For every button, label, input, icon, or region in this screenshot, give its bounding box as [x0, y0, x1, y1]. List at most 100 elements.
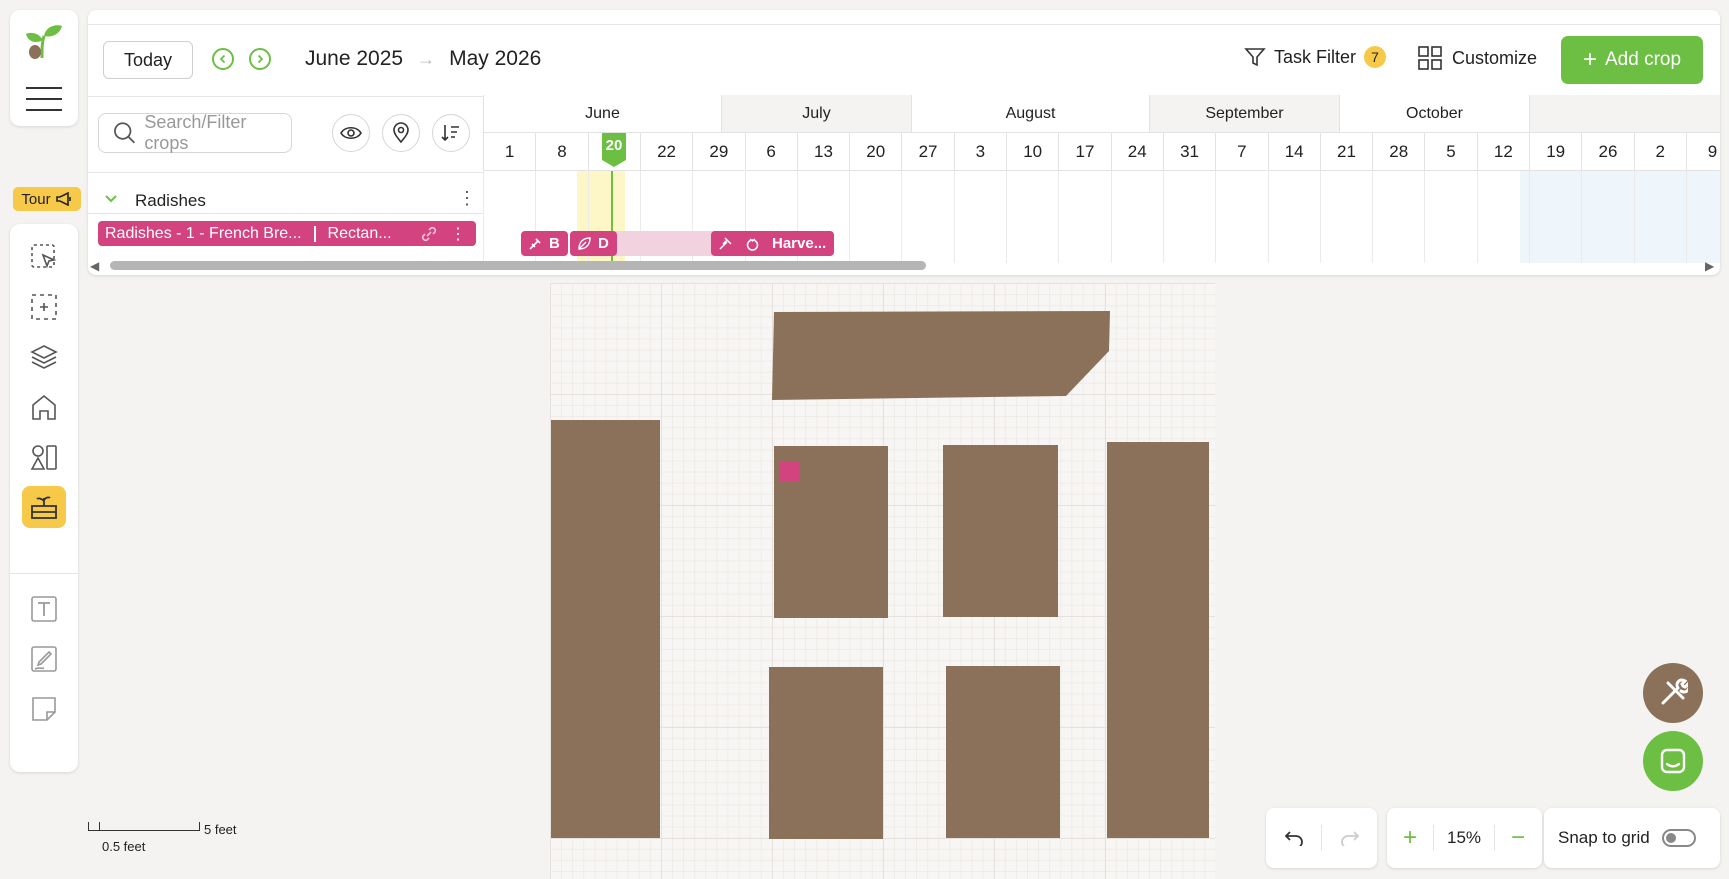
tour-label: Tour — [21, 190, 51, 208]
tour-button[interactable]: Tour — [13, 187, 81, 211]
chat-icon — [1660, 748, 1686, 774]
undo-button[interactable] — [1266, 830, 1321, 846]
megaphone-icon — [55, 192, 71, 206]
future-range-shade — [1520, 171, 1720, 263]
zoom-group: + 15% − — [1387, 808, 1542, 868]
week-column-line — [483, 171, 484, 263]
today-button[interactable]: Today — [103, 41, 193, 79]
scroll-right-button[interactable]: ▶ — [1705, 259, 1714, 273]
redo-button[interactable] — [1322, 830, 1377, 846]
sprout-logo-icon — [26, 25, 62, 59]
shapes-tool-button[interactable] — [22, 436, 66, 478]
add-crop-button[interactable]: + Add crop — [1561, 36, 1703, 84]
scroll-left-button[interactable]: ◀ — [90, 259, 99, 273]
draw-tool-button[interactable] — [22, 638, 66, 680]
area-select-tool-button[interactable] — [22, 286, 66, 328]
task-harvest[interactable]: Harve... — [711, 231, 834, 256]
week-cell: 24 — [1110, 133, 1163, 171]
task-direct[interactable]: D — [570, 231, 617, 256]
garden-canvas[interactable] — [550, 283, 1215, 879]
task-sow-label: B — [549, 235, 560, 252]
week-cell: 27 — [901, 133, 954, 171]
week-cell: 3 — [953, 133, 1006, 171]
month-june: June — [483, 95, 721, 133]
task-filter-count: 7 — [1364, 46, 1387, 68]
week-cell: 26 — [1581, 133, 1634, 171]
pen-drawing-icon — [31, 646, 57, 672]
grid-layout-icon — [1418, 46, 1442, 70]
chevron-down-icon[interactable] — [104, 194, 118, 204]
horizontal-scrollbar[interactable] — [110, 261, 926, 270]
week-column-line — [849, 171, 851, 263]
week-column-line — [901, 171, 903, 263]
week-cell: 8 — [535, 133, 588, 171]
next-period-button[interactable] — [249, 48, 271, 70]
undo-redo-group — [1266, 808, 1377, 868]
week-cell: 22 — [639, 133, 693, 171]
snap-label: Snap to grid — [1558, 828, 1650, 847]
week-cell: 28 — [1372, 133, 1425, 171]
bed-mid-3[interactable] — [769, 667, 883, 839]
week-column-line — [1372, 171, 1374, 263]
tools-fab-button[interactable] — [1643, 663, 1703, 723]
bed-mid-4[interactable] — [946, 666, 1060, 838]
crop-row[interactable]: Radishes - 1 - French Bre... Rectan... ⋮ — [98, 221, 476, 246]
week-column-line — [1685, 171, 1687, 263]
group-more-button[interactable]: ⋮ — [458, 189, 476, 207]
location-pin-icon — [393, 122, 409, 144]
crop-bed: Rectan... — [327, 224, 392, 242]
task-filter-button[interactable]: Task Filter 7 — [1244, 46, 1387, 68]
bed-mid-2[interactable] — [943, 445, 1058, 617]
prev-period-button[interactable] — [212, 48, 234, 70]
bed-trapezoid — [772, 311, 1110, 400]
chat-fab-button[interactable] — [1643, 731, 1703, 791]
plus-icon: + — [1582, 46, 1597, 73]
week-cell: 13 — [796, 133, 850, 171]
snap-toggle[interactable] — [1661, 829, 1696, 847]
week-column-line — [1058, 171, 1060, 263]
sort-button[interactable] — [432, 114, 470, 152]
layers-tool-button[interactable] — [22, 336, 66, 378]
scale-half-foot: 0.5 feet — [102, 839, 146, 854]
beds-tool-button[interactable] — [22, 486, 66, 528]
zoom-in-button[interactable]: + — [1387, 824, 1433, 852]
week-cell: 14 — [1267, 133, 1320, 171]
hamburger-menu-button[interactable] — [26, 84, 62, 111]
crop-more-button[interactable]: ⋮ — [450, 224, 466, 244]
week-cell: 19 — [1529, 133, 1582, 171]
month-next — [1529, 95, 1720, 133]
add-crop-label: Add crop — [1604, 49, 1682, 70]
text-tool-button[interactable] — [22, 588, 66, 630]
scale-5-feet: 5 feet — [204, 822, 237, 837]
task-sow[interactable]: B — [521, 231, 568, 256]
week-column-line — [1319, 171, 1321, 263]
structures-tool-button[interactable] — [22, 386, 66, 428]
week-cell: 10 — [1006, 133, 1059, 171]
bed-left-long[interactable] — [551, 420, 660, 838]
bed-right-long[interactable] — [1107, 442, 1209, 838]
chevron-left-icon — [219, 54, 226, 64]
snap-to-grid-control[interactable]: Snap to grid — [1544, 808, 1720, 868]
location-button[interactable] — [382, 114, 420, 152]
week-cell: 2 — [1633, 133, 1686, 171]
radish-crop-marker[interactable] — [779, 461, 799, 481]
customize-button[interactable]: Customize — [1418, 46, 1537, 70]
crop-search-input[interactable]: Search/Filter crops — [98, 112, 292, 153]
week-column-line — [1006, 171, 1007, 263]
week-column-line — [1215, 171, 1217, 263]
week-column-line — [1529, 171, 1530, 263]
week-column-line — [1476, 171, 1478, 263]
visibility-button[interactable] — [332, 114, 370, 152]
date-range[interactable]: June 2025 → May 2026 — [305, 47, 541, 71]
text-tool-icon — [31, 596, 57, 622]
today-marker: 20 — [602, 133, 626, 167]
harvest-icon — [719, 237, 732, 250]
week-cell: 21 — [1319, 133, 1373, 171]
sow-icon — [529, 238, 541, 250]
select-tool-button[interactable] — [22, 236, 66, 278]
note-tool-button[interactable] — [22, 688, 66, 730]
zoom-out-button[interactable]: − — [1495, 824, 1541, 852]
tools-sidebar — [10, 224, 78, 772]
week-column-line — [1267, 171, 1269, 263]
sticky-note-icon — [32, 697, 56, 721]
